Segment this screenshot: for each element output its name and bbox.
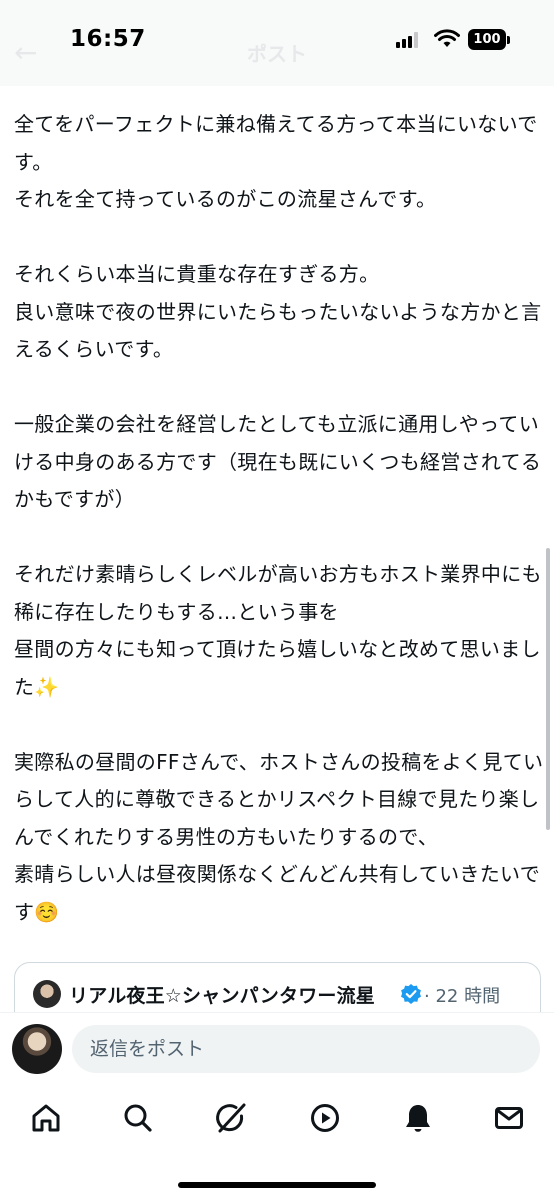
tab-search[interactable]	[118, 1098, 158, 1138]
tab-grok[interactable]	[211, 1098, 251, 1138]
quoted-author-name[interactable]: リアル夜王☆シャンパンタワー流星	[69, 981, 375, 1008]
play-icon	[311, 1104, 339, 1132]
battery-icon: 100	[468, 29, 506, 50]
user-avatar[interactable]	[12, 1024, 62, 1074]
scrollbar[interactable]	[546, 548, 550, 830]
tab-home[interactable]	[26, 1098, 66, 1138]
home-icon	[32, 1104, 60, 1132]
grok-icon	[216, 1103, 246, 1133]
wifi-icon	[434, 29, 460, 47]
bell-icon	[406, 1105, 430, 1132]
tab-messages[interactable]	[489, 1098, 529, 1138]
quoted-author-avatar[interactable]	[33, 980, 61, 1008]
status-bar: ← ポスト 16:57 100	[0, 0, 554, 86]
verified-badge-icon	[401, 984, 421, 1004]
tab-video[interactable]	[305, 1098, 345, 1138]
post-text: 全てをパーフェクトに兼ね備えてる方って本当にいないです。 それを全て持っているの…	[14, 112, 544, 924]
quoted-post-time: · 22 時間	[424, 986, 501, 1007]
home-indicator[interactable]	[178, 1182, 376, 1188]
status-time: 16:57	[70, 26, 146, 52]
tab-notifications[interactable]	[398, 1098, 438, 1138]
cellular-signal-icon	[396, 32, 418, 48]
battery-nub	[507, 36, 510, 44]
envelope-icon	[495, 1107, 523, 1129]
reply-input[interactable]: 返信をポスト	[72, 1025, 540, 1073]
search-icon	[124, 1104, 152, 1132]
reply-bar: 返信をポスト	[0, 1012, 554, 1088]
